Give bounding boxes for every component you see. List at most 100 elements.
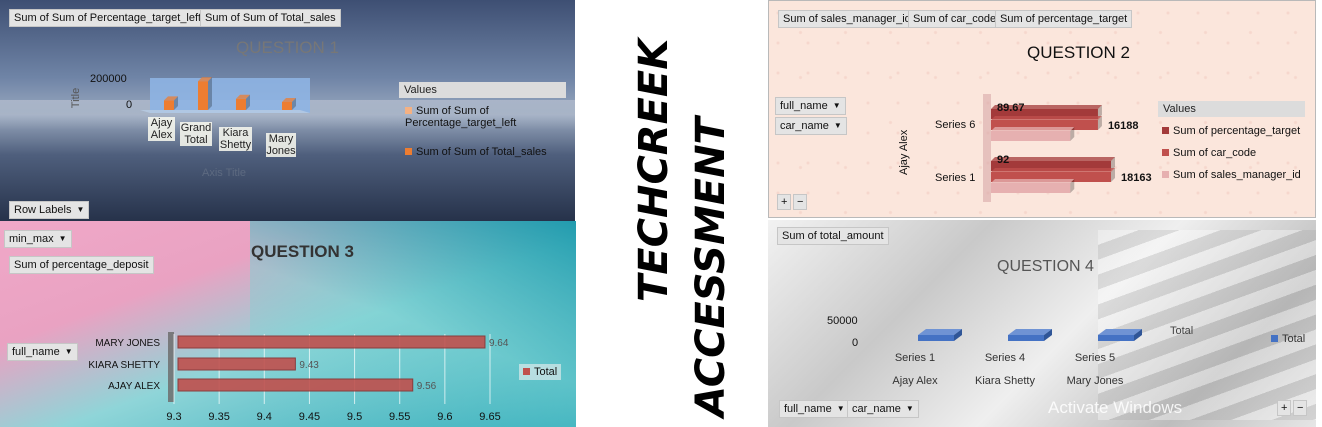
q3-full-name-filter[interactable]: full_name ▼	[7, 343, 78, 361]
q2-group-label: Ajay Alex	[898, 129, 910, 175]
q4-series-label: Total	[1170, 325, 1194, 337]
q1-legend-label: Sum of Sum of Total_sales	[416, 146, 547, 158]
q4-legend-swatch	[1271, 335, 1278, 342]
q2-legend-item: Sum of percentage_target	[1162, 125, 1300, 137]
q1-row-labels-filter[interactable]: Row Labels ▼	[9, 201, 90, 219]
chevron-down-icon: ▼	[833, 121, 842, 130]
q4-category-series: Series 1	[894, 352, 936, 364]
q3-legend-label: Total	[534, 366, 558, 378]
q1-legend-swatch	[405, 148, 412, 155]
q3-x-tick: 9.4	[257, 411, 272, 423]
q3-min-max-label: min_max	[9, 233, 54, 245]
q1-field-button-1[interactable]: Sum of Sum of Percentage_target_left	[9, 9, 207, 27]
q1-category-label: Kiara Shetty	[219, 127, 252, 151]
q1-legend-header: Values	[399, 82, 566, 98]
q4-panel: Sum of total_amount QUESTION 4 50000 0 T…	[768, 220, 1316, 427]
q2-collapse-button[interactable]: −	[793, 194, 808, 210]
windows-activation-watermark: Activate Windows	[1048, 398, 1183, 417]
q4-category-series: Series 5	[1074, 352, 1116, 364]
q2-data-label: 18163	[1121, 172, 1152, 184]
q1-legend-swatch	[405, 107, 412, 114]
q2-legend-label: Sum of sales_manager_id	[1173, 169, 1301, 181]
q4-expand-button[interactable]: +	[1277, 400, 1292, 416]
q3-category-label: AJAY ALEX	[108, 381, 160, 392]
q1-y-axis-title: Title	[70, 87, 83, 109]
q3-x-tick: 9.45	[299, 411, 320, 423]
q3-x-tick: 9.35	[208, 411, 229, 423]
chevron-down-icon: ▼	[836, 404, 845, 413]
q2-data-label: 92	[997, 154, 1009, 166]
q2-data-label: 89.67	[997, 102, 1025, 114]
q1-legend-item: Sum of Sum of Percentage_target_left	[405, 105, 555, 129]
q4-car-name-filter[interactable]: car_name ▼	[847, 400, 919, 418]
chevron-down-icon: ▼	[832, 101, 841, 110]
q2-legend-swatch	[1162, 171, 1169, 178]
q2-bar	[991, 179, 1075, 193]
center-title-line-2: ACCESSMENT	[688, 117, 734, 417]
chevron-down-icon: ▼	[58, 234, 67, 243]
q2-legend-item: Sum of sales_manager_id	[1162, 169, 1301, 181]
q2-panel: Sum of sales_manager_id Sum of car_code …	[768, 0, 1316, 218]
q1-category-label: Grand Total	[180, 122, 212, 146]
q4-category-name: Kiara Shetty	[975, 375, 1035, 387]
q1-panel: Sum of Sum of Percentage_target_left Sum…	[0, 0, 575, 221]
q2-legend-swatch	[1162, 149, 1169, 156]
q3-full-name-label: full_name	[12, 346, 60, 358]
q3-value-field-button[interactable]: Sum of percentage_deposit	[9, 256, 154, 274]
q3-legend: Total	[519, 364, 562, 380]
q2-series-label: Series 1	[935, 172, 976, 184]
q1-y-tick: 200000	[90, 73, 127, 85]
q2-series-label: Series 6	[935, 119, 976, 131]
q4-full-name-label: full_name	[784, 403, 832, 415]
q4-plot	[918, 329, 1142, 341]
q3-category-label: MARY JONES	[95, 338, 160, 349]
q2-legend-label: Sum of car_code	[1173, 147, 1257, 159]
q2-field-button-1[interactable]: Sum of sales_manager_id	[778, 10, 916, 28]
q1-floor	[140, 110, 310, 113]
q1-bar	[164, 96, 178, 110]
q2-data-label: 16188	[1108, 120, 1139, 132]
q1-y-tick: 0	[126, 99, 133, 111]
chevron-down-icon: ▼	[64, 347, 73, 356]
q1-row-labels-label: Row Labels	[14, 204, 72, 216]
q3-data-label: 9.56	[417, 381, 437, 392]
q1-category-label: Ajay Alex	[148, 117, 175, 141]
q3-title: QUESTION 3	[251, 242, 354, 261]
q2-legend-header: Values	[1158, 101, 1305, 117]
q1-bar	[198, 77, 212, 110]
q3-x-tick: 9.65	[479, 411, 500, 423]
q4-bar	[1098, 329, 1142, 341]
q3-panel: min_max ▼ Sum of percentage_deposit QUEST…	[0, 221, 576, 427]
q2-full-name-filter[interactable]: full_name ▼	[775, 97, 846, 115]
q4-collapse-button[interactable]: −	[1293, 400, 1308, 416]
q2-expand-button[interactable]: +	[777, 194, 792, 210]
q3-x-tick: 9.6	[437, 411, 452, 423]
q4-y-tick: 50000	[827, 315, 858, 327]
q4-full-name-filter[interactable]: full_name ▼	[779, 400, 850, 418]
q2-car-name-filter[interactable]: car_name ▼	[775, 117, 847, 135]
q1-legend-item: Sum of Sum of Total_sales	[405, 146, 570, 158]
q2-legend-item: Sum of car_code	[1162, 147, 1256, 159]
q2-title: QUESTION 2	[1027, 43, 1130, 62]
q2-back-wall	[983, 94, 991, 202]
q3-x-tick: 9.55	[389, 411, 410, 423]
q3-data-label: 9.64	[489, 338, 509, 349]
q2-field-button-3[interactable]: Sum of percentage_target	[995, 10, 1133, 28]
q4-value-field-button[interactable]: Sum of total_amount	[777, 227, 889, 245]
q3-axis-wall	[168, 332, 174, 402]
q1-x-axis-title: Axis Title	[202, 167, 247, 179]
q3-plot: 9.64 9.43 9.56 MARY JONES KIARA SHETTY AJAY …	[88, 332, 509, 423]
q3-min-max-filter[interactable]: min_max ▼	[4, 230, 72, 248]
q3-data-label: 9.43	[299, 360, 319, 371]
q2-car-name-label: car_name	[780, 120, 829, 132]
q3-category-label: KIARA SHETTY	[88, 360, 160, 371]
q1-category-label: Mary Jones	[266, 133, 296, 157]
q4-legend-label: Total	[1282, 333, 1306, 345]
q2-plot: 89.67 16188 92 18163	[983, 94, 1152, 202]
q4-title: QUESTION 4	[997, 258, 1094, 275]
chevron-down-icon: ▼	[905, 404, 914, 413]
center-title-line-1: TECHCREEK	[631, 38, 677, 302]
q1-field-button-2[interactable]: Sum of Sum of Total_sales	[200, 9, 341, 27]
q2-field-button-2[interactable]: Sum of car_code	[908, 10, 1002, 28]
center-title-area: TECHCREEK ACCESSMENT	[578, 0, 766, 427]
